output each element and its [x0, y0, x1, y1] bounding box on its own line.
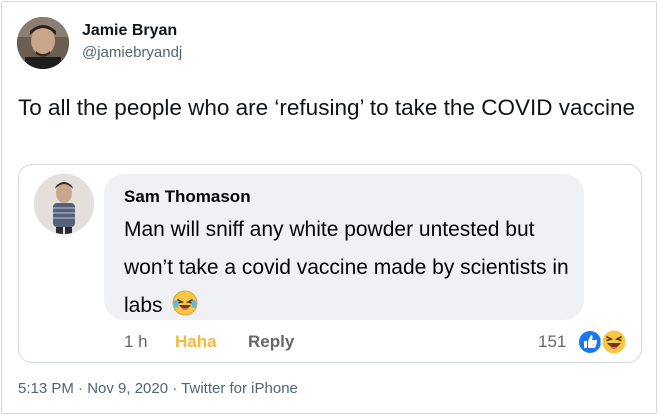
comment-text: Man will sniff any white powder untested…	[124, 211, 574, 329]
like-reaction-icon	[577, 329, 603, 355]
footer-separator: ·	[168, 380, 182, 397]
reaction-icons[interactable]	[576, 327, 632, 357]
comment-author-avatar[interactable]	[34, 174, 94, 234]
reaction-count[interactable]: 151	[538, 332, 566, 352]
reply-button[interactable]: Reply	[248, 332, 294, 352]
comment-author-avatar-photo	[34, 174, 94, 234]
comment-time: 1 h	[124, 332, 148, 351]
tweet-timestamp[interactable]: 5:13 PM · Nov 9, 2020	[18, 380, 168, 397]
tweet-source[interactable]: Twitter for iPhone	[181, 380, 298, 397]
author-name[interactable]: Jamie Bryan	[82, 22, 177, 40]
haha-button[interactable]: Haha	[175, 332, 217, 352]
author-handle[interactable]: @jamiebryandj	[82, 44, 182, 61]
author-avatar[interactable]	[17, 17, 69, 69]
tweet-footer: 5:13 PM · Nov 9, 2020 · Twitter for iPho…	[18, 380, 298, 397]
haha-reaction-icon	[600, 328, 628, 356]
author-avatar-photo	[17, 17, 69, 69]
comment-author-name[interactable]: Sam Thomason	[124, 187, 251, 207]
tweet-text: To all the people who are ‘refusing’ to …	[18, 95, 636, 120]
laughing-tears-emoji-icon	[172, 290, 198, 329]
